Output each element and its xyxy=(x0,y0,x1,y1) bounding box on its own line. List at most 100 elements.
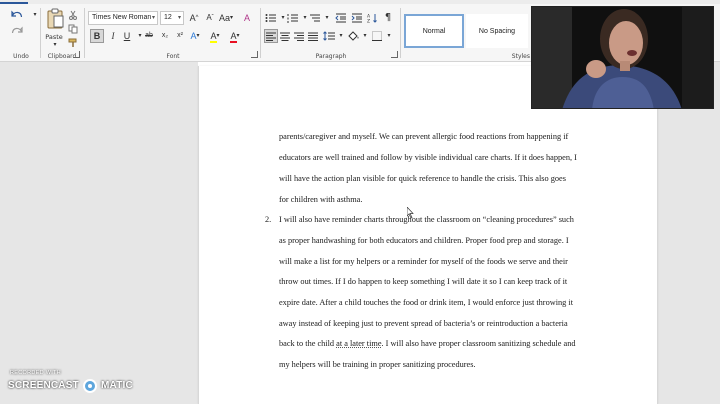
decrease-indent-button[interactable] xyxy=(334,11,348,25)
text-run: back to the child xyxy=(279,339,337,348)
style-normal[interactable]: Normal xyxy=(404,14,464,48)
highlight-button[interactable]: A ▾ xyxy=(208,29,222,43)
multilevel-dropdown[interactable]: ▾ xyxy=(320,11,334,25)
justify-icon xyxy=(308,32,318,41)
doc-line[interactable]: educators are well trained and follow by… xyxy=(279,153,577,162)
copy-button[interactable] xyxy=(66,22,80,36)
change-case-button[interactable]: Aa ▾ xyxy=(219,11,233,25)
underline-button[interactable]: U xyxy=(120,29,134,43)
styles-group: Normal No Spacing Styles xyxy=(402,4,530,62)
align-right-icon xyxy=(294,32,304,41)
doc-line[interactable]: throw out times. If I do happen to keep … xyxy=(279,277,567,286)
shrink-font-button[interactable]: Aˇ xyxy=(203,11,217,25)
clipboard-group: Paste ▾ Clipboard xyxy=(42,4,82,62)
paste-dropdown[interactable]: ▾ xyxy=(48,38,62,52)
list-number: 2. xyxy=(265,215,272,224)
clipboard-icon xyxy=(47,8,64,29)
font-color-button[interactable]: A ▾ xyxy=(228,29,242,43)
doc-line[interactable]: as proper handwashing for both educators… xyxy=(279,236,569,245)
document-page[interactable]: parents/caregiver and myself. We can pre… xyxy=(198,66,658,404)
paragraph-group-label: Paragraph xyxy=(315,53,347,60)
strikethrough-button[interactable]: ab xyxy=(142,29,156,43)
align-center-button[interactable] xyxy=(278,29,292,43)
doc-line[interactable]: away instead of keeping just to prevent … xyxy=(279,319,568,328)
undo-group-label: Undo xyxy=(13,53,29,60)
text-run: . I will also have proper classroom sani… xyxy=(381,339,576,348)
font-color-icon: A xyxy=(230,31,237,43)
increase-indent-button[interactable] xyxy=(350,11,364,25)
font-name-dropdown[interactable]: Times New Roman ▾ xyxy=(88,11,158,25)
paragraph-group: ▾ ▾ ▾ AZ ¶ ▾ ▾ ▾ Paragraph xyxy=(262,4,400,62)
doc-line[interactable]: expire date. After a child touches the f… xyxy=(279,298,573,307)
doc-line[interactable]: will make a list for my helpers or a rem… xyxy=(279,257,568,266)
styles-group-label: Styles xyxy=(511,53,530,60)
borders-dropdown[interactable]: ▾ xyxy=(382,29,396,43)
align-right-button[interactable] xyxy=(292,29,306,43)
divider xyxy=(260,8,261,58)
person-video-icon xyxy=(532,7,713,108)
highlighter-icon: A xyxy=(210,31,217,43)
align-left-icon xyxy=(266,32,276,41)
doc-line[interactable]: my helpers will be training in proper sa… xyxy=(279,360,476,369)
superscript-button[interactable]: x² xyxy=(173,29,187,43)
borders-icon xyxy=(372,31,382,41)
doc-line[interactable]: for children with asthma. xyxy=(279,195,362,204)
pointer-icon xyxy=(406,206,414,219)
align-left-button[interactable] xyxy=(264,29,278,43)
paintbrush-icon xyxy=(68,38,77,47)
sort-icon: AZ xyxy=(367,14,377,24)
redo-button[interactable] xyxy=(10,24,24,38)
clear-formatting-button[interactable]: A xyxy=(240,11,254,25)
subscript-button[interactable]: x₂ xyxy=(158,29,172,43)
word-window: ▾ Undo Paste ▾ Clipboard Times New Roman… xyxy=(0,0,720,404)
font-group-label: Font xyxy=(166,53,180,60)
decrease-indent-icon xyxy=(335,13,346,23)
divider xyxy=(400,8,401,58)
screencast-watermark: RECORDED WITH SCREENCAST MATIC xyxy=(8,370,138,400)
style-no-spacing[interactable]: No Spacing xyxy=(466,14,528,48)
watermark-caption: RECORDED WITH xyxy=(10,370,61,376)
scissors-icon xyxy=(69,10,77,20)
bold-button[interactable]: B xyxy=(90,29,104,43)
sort-button[interactable]: AZ xyxy=(366,11,380,25)
mouse-cursor xyxy=(406,204,415,223)
copy-icon xyxy=(68,24,78,34)
undo-icon xyxy=(11,10,23,18)
italic-button[interactable]: I xyxy=(106,29,120,43)
doc-line[interactable]: I will also have reminder charts through… xyxy=(279,215,574,224)
doc-line[interactable]: will have the action plan visible for qu… xyxy=(279,174,566,183)
font-name-value: Times New Roman xyxy=(92,14,152,21)
doc-line[interactable]: parents/caregiver and myself. We can pre… xyxy=(279,132,568,141)
svg-text:Z: Z xyxy=(367,19,370,24)
webcam-overlay xyxy=(531,6,714,109)
paste-button[interactable] xyxy=(44,8,66,30)
watermark-brand-right: MATIC xyxy=(101,380,133,391)
redo-icon xyxy=(11,26,23,34)
change-case-icon: Aa xyxy=(219,13,231,23)
show-formatting-button[interactable]: ¶ xyxy=(381,11,395,25)
clear-formatting-icon: A xyxy=(243,13,250,23)
undo-button[interactable] xyxy=(10,8,24,22)
increase-indent-icon xyxy=(351,13,362,23)
divider xyxy=(84,8,85,58)
divider xyxy=(40,8,41,58)
font-dialog-launcher[interactable] xyxy=(251,51,258,58)
watermark-brand-left: SCREENCAST xyxy=(8,380,79,391)
chevron-down-icon: ▾ xyxy=(151,15,155,21)
screencast-logo-icon xyxy=(83,379,97,393)
font-size-value: 12 xyxy=(164,14,172,21)
text-effects-button[interactable]: A ▾ xyxy=(188,29,202,43)
font-group: Times New Roman ▾ 12 ▾ A ^ Aˇ Aa ▾ A B I U ▾… xyxy=(86,4,260,62)
paragraph-dialog-launcher[interactable] xyxy=(391,51,398,58)
grammar-flagged-text[interactable]: at a later time xyxy=(336,339,381,348)
justify-button[interactable] xyxy=(306,29,320,43)
cut-button[interactable] xyxy=(66,8,80,22)
clipboard-dialog-launcher[interactable] xyxy=(73,51,80,58)
chevron-down-icon: ▾ xyxy=(177,15,181,21)
font-size-dropdown[interactable]: 12 ▾ xyxy=(160,11,184,25)
align-center-icon xyxy=(280,32,290,41)
undo-group: ▾ Undo xyxy=(2,4,40,62)
grow-font-button[interactable]: A ^ xyxy=(187,11,201,25)
doc-line[interactable]: back to the child at a later time. I wil… xyxy=(279,339,576,348)
format-painter-button[interactable] xyxy=(66,36,80,50)
